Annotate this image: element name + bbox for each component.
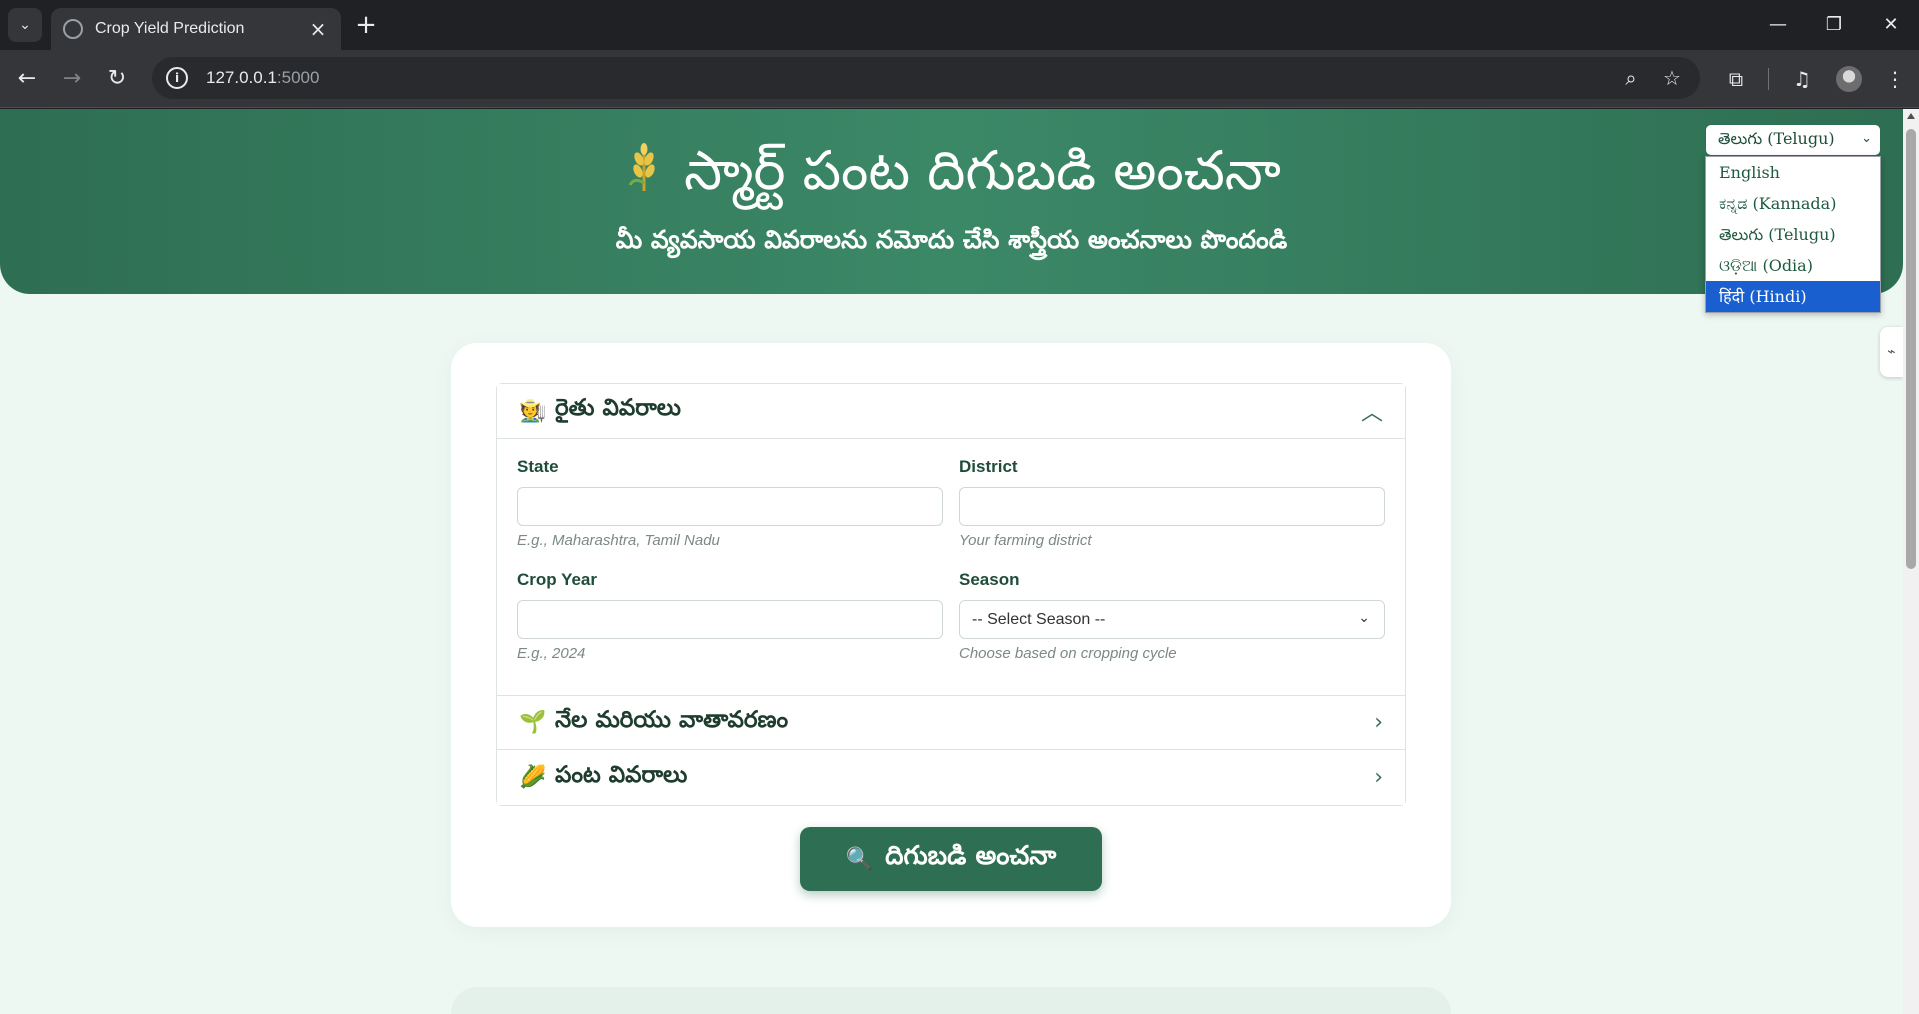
field-label: Season — [959, 570, 1020, 589]
url-host: 127.0.0.1 — [206, 68, 277, 87]
language-option-telugu[interactable]: తెలుగు (Telugu) — [1706, 219, 1880, 250]
page-subtitle: మీ వ్యవసాయ వివరాలను నమోదు చేసి శాస్త్రీయ… — [615, 225, 1288, 254]
prediction-form-card: 🧑‍🌾 రైతు వివరాలు ︿ State E.g., Maharasht… — [451, 343, 1451, 927]
tab-close-icon[interactable]: × — [307, 17, 329, 41]
zoom-icon[interactable]: ⌕ — [1618, 65, 1644, 91]
globe-icon — [63, 19, 83, 39]
section-header-soil-climate[interactable]: 🌱 నేల మరియు వాతావరణం › — [497, 695, 1405, 750]
minimize-button[interactable]: — — [1758, 10, 1798, 40]
season-select[interactable]: -- Select Season -- ⌄ — [959, 600, 1385, 639]
field-district: District Your farming district — [959, 457, 1385, 570]
language-option-kannada[interactable]: ಕನ್ನಡ (Kannada) — [1706, 188, 1880, 219]
field-hint: E.g., 2024 — [517, 645, 586, 662]
media-control-icon[interactable]: ♫ — [1787, 64, 1817, 94]
field-hint: Your farming district — [959, 532, 1092, 549]
magnifier-icon: 🔍 — [845, 846, 874, 872]
crop-year-input[interactable] — [517, 600, 943, 639]
field-season: Season -- Select Season -- ⌄ Choose base… — [959, 570, 1385, 683]
page-title: స్మార్ట్ పంట దిగుబడి అంచనా — [0, 139, 1903, 216]
predict-button-label: దిగుబడి అంచనా — [885, 841, 1057, 871]
profile-avatar[interactable] — [1836, 66, 1862, 92]
field-label: State — [517, 457, 559, 476]
address-bar[interactable]: i 127.0.0.1:5000 ⌕ ☆ — [152, 57, 1700, 99]
browser-toolbar: ← → ↻ i 127.0.0.1:5000 ⌕ ☆ ⧉ ♫ ⋮ — [0, 50, 1919, 108]
section-title: పంట వివరాలు — [555, 761, 688, 788]
tab-search-button[interactable]: ⌄ — [8, 8, 42, 42]
page-header: స్మార్ట్ పంట దిగుబడి అంచనా మీ వ్యవసాయ వి… — [0, 109, 1903, 294]
section-body-farmer-details: State E.g., Maharashtra, Tamil Nadu Dist… — [497, 439, 1405, 695]
district-input[interactable] — [959, 487, 1385, 526]
menu-icon[interactable]: ⋮ — [1880, 64, 1910, 94]
toolbar-divider — [1768, 68, 1769, 90]
language-option-odia[interactable]: ଓଡ଼ିଆ (Odia) — [1706, 250, 1880, 281]
language-dropdown-menu: English ಕನ್ನಡ (Kannada) తెలుగు (Telugu) … — [1705, 156, 1881, 313]
farmer-icon: 🧑‍🌾 — [519, 398, 547, 424]
extensions-icon[interactable]: ⧉ — [1721, 64, 1751, 94]
browser-tab[interactable]: Crop Yield Prediction × — [51, 8, 341, 50]
bookmark-star-icon[interactable]: ☆ — [1659, 65, 1685, 91]
language-option-hindi[interactable]: हिंदी (Hindi) — [1706, 281, 1880, 312]
field-hint: E.g., Maharashtra, Tamil Nadu — [517, 532, 720, 549]
chevron-up-icon: ︿ — [1360, 401, 1383, 426]
browser-tabstrip: ⌄ Crop Yield Prediction × + — ❐ ✕ — [0, 0, 1919, 50]
scroll-thumb[interactable] — [1906, 129, 1916, 569]
field-state: State E.g., Maharashtra, Tamil Nadu — [517, 457, 943, 570]
language-selected-value: తెలుగు (Telugu) — [1718, 128, 1835, 148]
field-label: Crop Year — [517, 570, 598, 589]
predict-yield-button[interactable]: 🔍 దిగుబడి అంచనా — [800, 827, 1102, 891]
close-window-button[interactable]: ✕ — [1871, 10, 1911, 40]
season-selected-value: -- Select Season -- — [972, 610, 1106, 628]
language-option-english[interactable]: English — [1706, 157, 1880, 188]
field-crop-year: Crop Year E.g., 2024 — [517, 570, 943, 683]
side-panel-tab[interactable]: ⌁ — [1880, 327, 1903, 377]
page-title-text: స్మార్ట్ పంట దిగుబడి అంచనా — [684, 139, 1281, 202]
scroll-up-arrow-icon[interactable] — [1907, 113, 1915, 119]
site-info-icon[interactable]: i — [166, 67, 188, 89]
results-card — [451, 987, 1451, 1014]
corn-icon: 🌽 — [519, 765, 547, 790]
section-header-crop-details[interactable]: 🌽 పంట వివరాలు › — [497, 750, 1405, 805]
chevron-right-icon: › — [1374, 765, 1383, 790]
field-hint: Choose based on cropping cycle — [959, 645, 1177, 662]
new-tab-button[interactable]: + — [352, 12, 380, 40]
chevron-down-icon: ⌄ — [1861, 131, 1872, 146]
page-viewport: స్మార్ట్ పంట దిగుబడి అంచనా మీ వ్యవసాయ వి… — [0, 109, 1903, 1014]
state-input[interactable] — [517, 487, 943, 526]
seedling-icon: 🌱 — [519, 710, 547, 735]
reload-button[interactable]: ↻ — [101, 63, 133, 95]
field-label: District — [959, 457, 1018, 476]
form-accordion: 🧑‍🌾 రైతు వివరాలు ︿ State E.g., Maharasht… — [496, 383, 1406, 806]
back-button[interactable]: ← — [11, 63, 43, 95]
restore-button[interactable]: ❐ — [1814, 10, 1854, 40]
language-select[interactable]: తెలుగు (Telugu) ⌄ — [1705, 124, 1881, 156]
section-title: నేల మరియు వాతావరణం — [555, 706, 789, 733]
chevron-right-icon: › — [1374, 710, 1383, 735]
forward-button[interactable]: → — [56, 63, 88, 95]
section-title: రైతు వివరాలు — [555, 395, 682, 421]
chevron-down-icon: ⌄ — [1358, 609, 1370, 625]
tab-title: Crop Yield Prediction — [95, 20, 245, 37]
url-port: :5000 — [276, 68, 320, 87]
page-scrollbar[interactable] — [1903, 109, 1919, 1014]
section-header-farmer-details[interactable]: 🧑‍🌾 రైతు వివరాలు ︿ — [497, 384, 1405, 439]
wheat-icon — [628, 143, 655, 191]
